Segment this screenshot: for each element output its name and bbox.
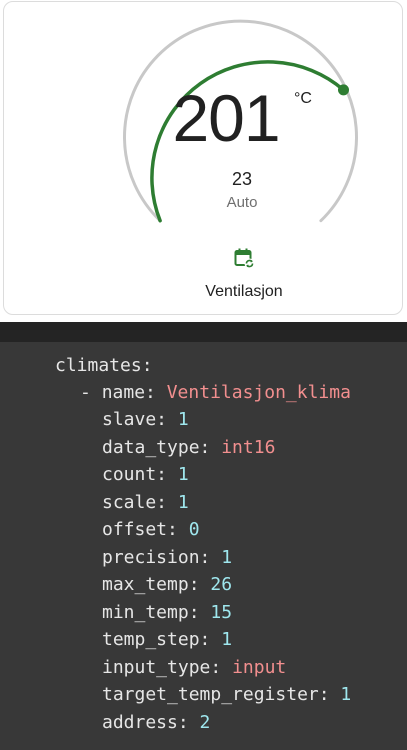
- yaml-key: temp_step:: [102, 629, 211, 650]
- yaml-dash: -: [80, 382, 91, 403]
- code-line: slave: 1: [0, 406, 189, 433]
- yaml-value: 0: [188, 519, 200, 540]
- yaml-key: slave:: [102, 409, 168, 430]
- code-line: - name: Ventilasjon_klima: [0, 379, 351, 406]
- yaml-value: 1: [340, 684, 352, 705]
- yaml-value: 15: [210, 602, 233, 623]
- code-line: input_type: input: [0, 654, 286, 681]
- yaml-key: climates:: [55, 355, 153, 376]
- temperature-unit: °C: [294, 90, 312, 107]
- code-line: target_temp_register: 1: [0, 681, 351, 708]
- yaml-value: 1: [177, 492, 189, 513]
- yaml-key: data_type:: [102, 437, 211, 458]
- target-temperature: 23: [231, 169, 253, 189]
- yaml-code-panel: climates: - name: Ventilasjon_klima slav…: [0, 342, 407, 750]
- hvac-mode-label: Auto: [226, 194, 258, 211]
- yaml-key: target_temp_register:: [102, 684, 330, 705]
- code-line: offset: 0: [0, 516, 200, 543]
- code-line: max_temp: 26: [0, 571, 232, 598]
- code-line: data_type: int16: [0, 434, 275, 461]
- yaml-key: scale:: [102, 492, 168, 513]
- yaml-key: address:: [102, 712, 189, 733]
- yaml-key: count:: [102, 464, 168, 485]
- yaml-key: precision:: [102, 547, 211, 568]
- yaml-value: 1: [221, 629, 233, 650]
- code-line: address: 2: [0, 709, 210, 736]
- calendar-sync-icon[interactable]: [232, 246, 256, 270]
- thermostat-card[interactable]: 201 °C 23 Auto Ventilasjon: [3, 1, 403, 315]
- yaml-key: name:: [101, 382, 156, 403]
- yaml-value: 1: [177, 464, 189, 485]
- code-topbar: [0, 322, 407, 342]
- code-frame: climates: - name: Ventilasjon_klima slav…: [0, 322, 407, 750]
- thermostat-area: 201 °C 23 Auto Ventilasjon: [0, 0, 407, 322]
- code-line: count: 1: [0, 461, 189, 488]
- code-line-root: climates:: [0, 352, 153, 379]
- code-line: temp_step: 1: [0, 626, 232, 653]
- code-line: precision: 1: [0, 544, 232, 571]
- yaml-value: Ventilasjon_klima: [166, 382, 351, 403]
- dial-handle[interactable]: [338, 84, 349, 96]
- yaml-value: input: [232, 657, 287, 678]
- yaml-key: max_temp:: [102, 574, 200, 595]
- yaml-key: min_temp:: [102, 602, 200, 623]
- yaml-value: 26: [210, 574, 233, 595]
- yaml-value: 2: [199, 712, 211, 733]
- code-line: min_temp: 15: [0, 599, 232, 626]
- yaml-value: 1: [221, 547, 233, 568]
- code-line: scale: 1: [0, 489, 189, 516]
- yaml-value: 1: [177, 409, 189, 430]
- yaml-key: offset:: [102, 519, 178, 540]
- current-temperature: 201: [172, 81, 280, 155]
- entity-name[interactable]: Ventilasjon: [124, 283, 364, 301]
- yaml-value: int16: [221, 437, 276, 458]
- yaml-key: input_type:: [102, 657, 222, 678]
